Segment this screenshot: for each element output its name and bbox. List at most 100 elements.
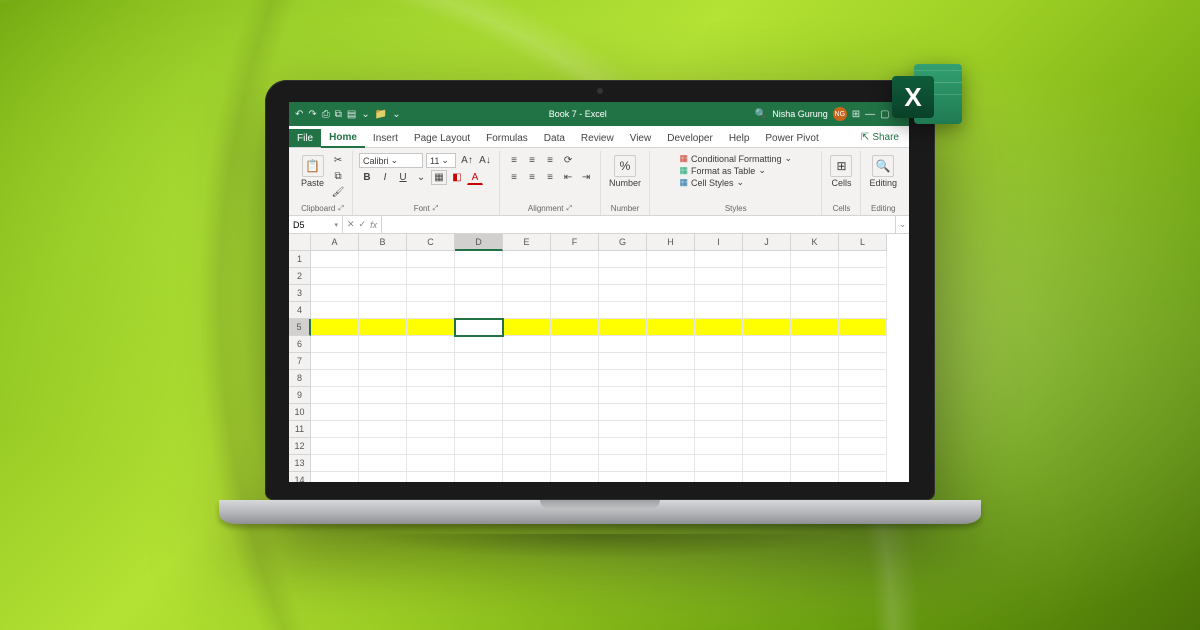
underline-button[interactable]: U (395, 170, 411, 185)
cell[interactable] (647, 370, 695, 387)
cell-styles-button[interactable]: ▦Cell Styles⌄ (679, 177, 744, 188)
cell[interactable] (455, 268, 503, 285)
dialog-launcher-icon[interactable]: ⤢ (338, 205, 344, 213)
cell[interactable] (311, 336, 359, 353)
cell[interactable] (551, 421, 599, 438)
row-header[interactable]: 1 (289, 251, 311, 268)
cell[interactable] (311, 319, 359, 336)
tab-review[interactable]: Review (573, 129, 622, 147)
row-header[interactable]: 6 (289, 336, 311, 353)
cell[interactable] (791, 353, 839, 370)
column-header[interactable]: I (695, 234, 743, 251)
cell[interactable] (839, 302, 887, 319)
cell[interactable] (839, 455, 887, 472)
cell[interactable] (503, 455, 551, 472)
cell[interactable] (311, 251, 359, 268)
cell[interactable] (791, 336, 839, 353)
cell[interactable] (407, 336, 455, 353)
cell[interactable] (839, 319, 887, 336)
cell[interactable] (599, 387, 647, 404)
italic-button[interactable]: I (377, 170, 393, 185)
column-header[interactable]: C (407, 234, 455, 251)
cell[interactable] (359, 370, 407, 387)
cell[interactable] (743, 336, 791, 353)
cell[interactable] (455, 302, 503, 319)
cell[interactable] (311, 455, 359, 472)
column-header[interactable]: E (503, 234, 551, 251)
row-header[interactable]: 14 (289, 472, 311, 482)
cell[interactable] (791, 285, 839, 302)
cell[interactable] (599, 336, 647, 353)
name-box[interactable]: D5▾ (289, 216, 343, 233)
undo-icon[interactable]: ↶ (295, 109, 303, 120)
cell[interactable] (311, 302, 359, 319)
cell[interactable] (359, 319, 407, 336)
formula-input[interactable] (382, 216, 895, 233)
cell[interactable] (311, 421, 359, 438)
cell[interactable] (407, 353, 455, 370)
cell[interactable] (551, 455, 599, 472)
expand-formula-bar-icon[interactable]: ⌄ (895, 216, 909, 233)
cell[interactable] (503, 285, 551, 302)
cell[interactable] (839, 438, 887, 455)
cell[interactable] (599, 404, 647, 421)
cell[interactable] (743, 285, 791, 302)
tab-file[interactable]: File (289, 129, 321, 147)
cell[interactable] (647, 302, 695, 319)
cell[interactable] (503, 302, 551, 319)
cell[interactable] (407, 404, 455, 421)
cell[interactable] (791, 472, 839, 482)
indent-increase-icon[interactable]: ⇥ (578, 170, 594, 185)
cell[interactable] (503, 387, 551, 404)
cell[interactable] (695, 285, 743, 302)
cell[interactable] (311, 370, 359, 387)
cell[interactable] (743, 438, 791, 455)
cell[interactable] (839, 472, 887, 482)
align-center-icon[interactable]: ≡ (524, 170, 540, 185)
cell[interactable] (551, 268, 599, 285)
cell[interactable] (311, 268, 359, 285)
cell[interactable] (791, 421, 839, 438)
chevron-down-icon[interactable]: ⌄ (361, 109, 369, 120)
cell[interactable] (407, 285, 455, 302)
cell[interactable] (311, 438, 359, 455)
border-button[interactable]: ▦ (431, 170, 447, 185)
tab-view[interactable]: View (622, 129, 660, 147)
row-header[interactable]: 4 (289, 302, 311, 319)
cell[interactable] (407, 455, 455, 472)
column-header[interactable]: J (743, 234, 791, 251)
cell[interactable] (599, 421, 647, 438)
row-header[interactable]: 2 (289, 268, 311, 285)
cell[interactable] (647, 336, 695, 353)
cell[interactable] (599, 268, 647, 285)
cell[interactable] (311, 404, 359, 421)
tab-page-layout[interactable]: Page Layout (406, 129, 478, 147)
cell[interactable] (839, 336, 887, 353)
cell[interactable] (551, 285, 599, 302)
row-header[interactable]: 12 (289, 438, 311, 455)
cell[interactable] (359, 251, 407, 268)
align-right-icon[interactable]: ≡ (542, 170, 558, 185)
print-icon[interactable]: ⎙ (322, 109, 330, 120)
cell[interactable] (407, 302, 455, 319)
spreadsheet-grid[interactable]: ABCDEFGHIJKL1234567891011121314 (289, 234, 909, 482)
align-middle-icon[interactable]: ≡ (524, 153, 540, 168)
column-header[interactable]: H (647, 234, 695, 251)
column-header[interactable]: L (839, 234, 887, 251)
tab-power-pivot[interactable]: Power Pivot (757, 129, 826, 147)
cell[interactable] (455, 251, 503, 268)
cell[interactable] (407, 421, 455, 438)
cell[interactable] (791, 319, 839, 336)
cell[interactable] (551, 404, 599, 421)
cell[interactable] (791, 455, 839, 472)
cell[interactable] (791, 404, 839, 421)
cell[interactable] (791, 302, 839, 319)
dialog-launcher-icon[interactable]: ⤢ (433, 205, 439, 213)
cell[interactable] (695, 472, 743, 482)
cell[interactable] (503, 370, 551, 387)
cell[interactable] (359, 455, 407, 472)
cell[interactable] (359, 472, 407, 482)
column-header[interactable]: A (311, 234, 359, 251)
font-color-button[interactable]: A (467, 170, 483, 185)
conditional-formatting-button[interactable]: ▦Conditional Formatting⌄ (679, 153, 792, 164)
